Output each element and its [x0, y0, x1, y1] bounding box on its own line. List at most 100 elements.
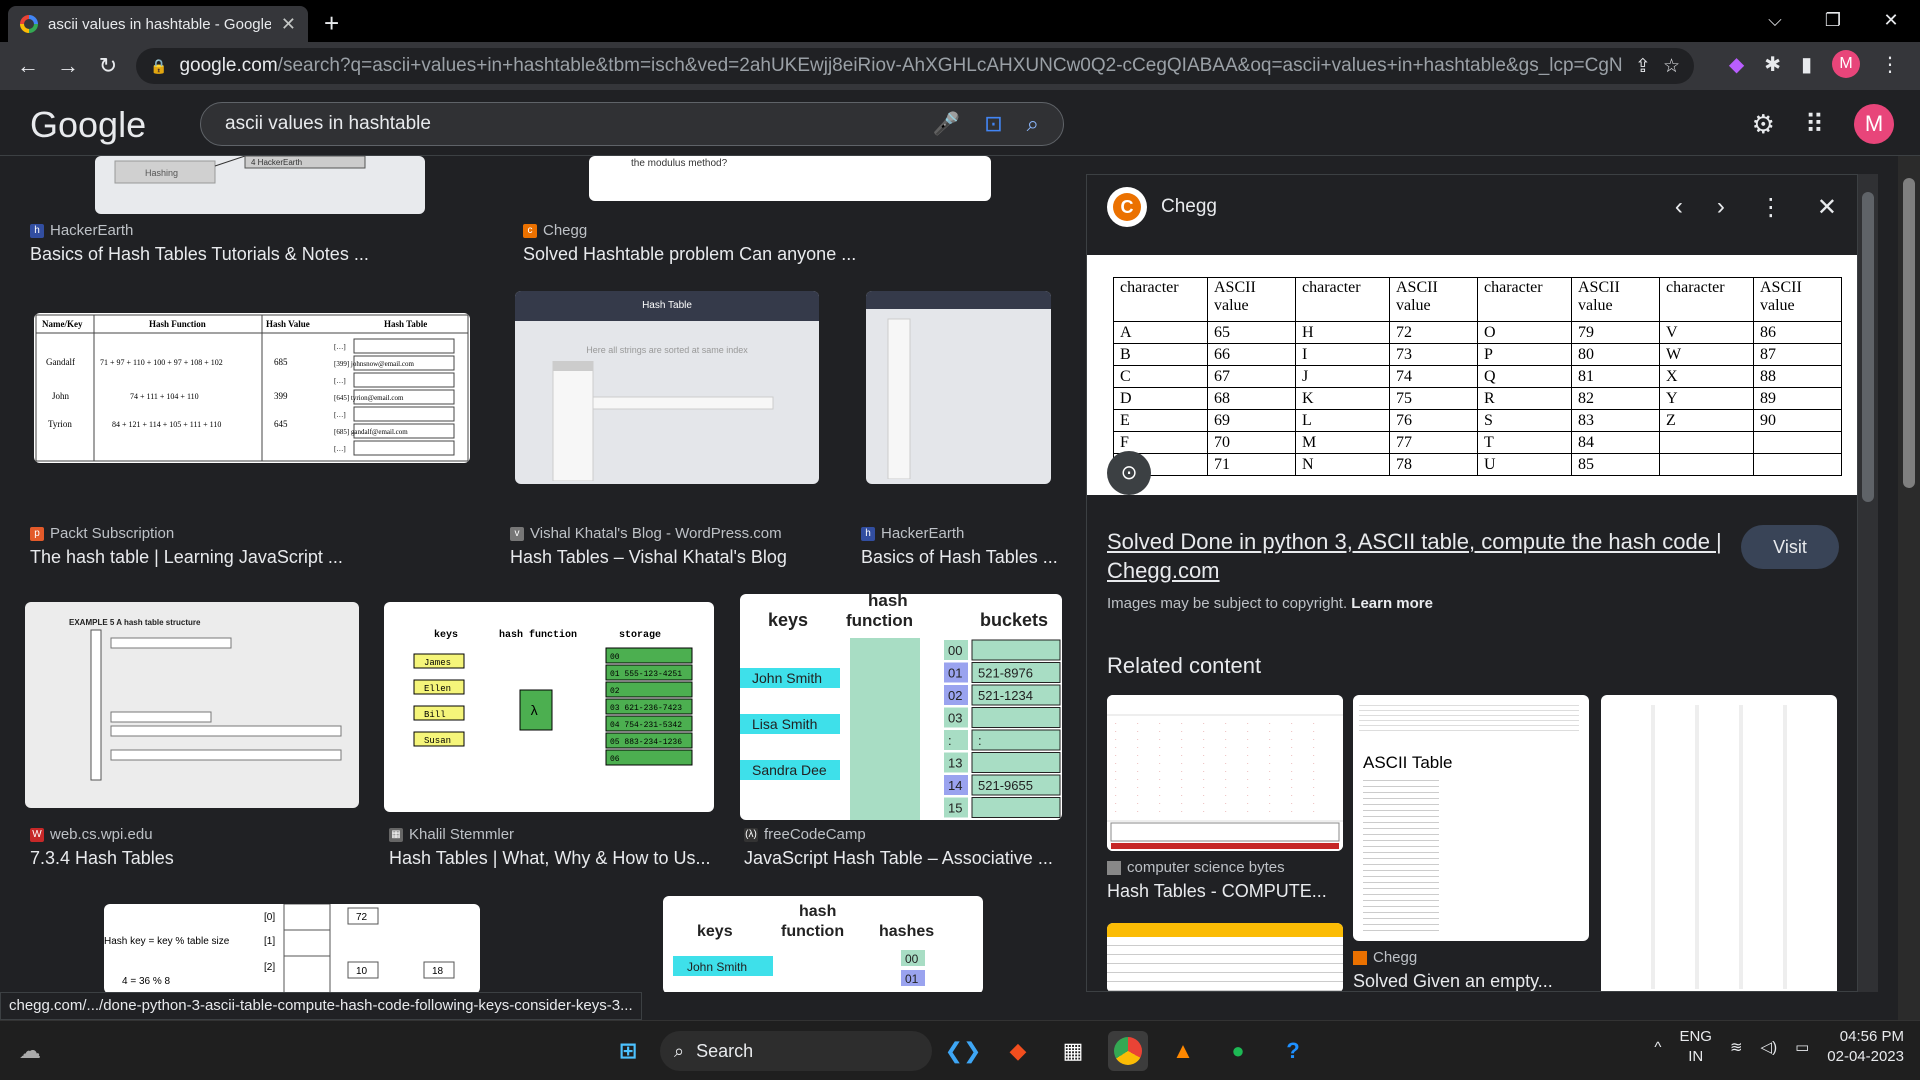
result-source[interactable]: ▦ Khalil Stemmler	[389, 826, 514, 843]
result-source[interactable]: v Vishal Khatal's Blog - WordPress.com	[510, 525, 782, 542]
spotify-icon[interactable]: ●	[1218, 1031, 1258, 1071]
result-source[interactable]: p Packt Subscription	[30, 525, 174, 542]
puzzle-extensions-icon[interactable]: ✱	[1764, 52, 1781, 77]
result-thumb-hackerearth[interactable]: Hashing 4 HackerEarth	[95, 156, 425, 214]
search-input[interactable]: ascii values in hashtable	[225, 113, 933, 135]
volume-icon[interactable]: ◁)	[1761, 1038, 1778, 1056]
result-source[interactable]: h HackerEarth	[30, 222, 133, 239]
packt-table-cell: [399] johnsnow@email.com	[334, 360, 414, 368]
profile-avatar[interactable]: M	[1832, 50, 1860, 78]
related-thumb-csbytes[interactable]: · · · · · · · · · · · · · · · · · · · · · · · · · · · · · · · · · · · · · · · ·…	[1107, 695, 1343, 851]
google-logo[interactable]: Google	[30, 104, 146, 146]
restore-button[interactable]: ❐	[1804, 0, 1862, 42]
side-panel-icon[interactable]: ▮	[1801, 52, 1812, 77]
related-thumb-clave[interactable]	[1107, 923, 1343, 991]
language-indicator[interactable]: ENG IN	[1679, 1027, 1712, 1067]
chevron-up-icon[interactable]: ^	[1654, 1039, 1661, 1056]
khalil-storage-row: 05 883-234-1236	[610, 738, 682, 747]
learn-more-link[interactable]: Learn more	[1351, 595, 1433, 612]
battery-icon[interactable]: ▭	[1795, 1038, 1809, 1056]
result-source[interactable]: c Chegg	[523, 222, 587, 239]
search-box[interactable]: ascii values in hashtable 🎤 ⊡ ⌕	[200, 102, 1064, 146]
preview-image[interactable]: character ASCII value character ASCII value…	[1087, 255, 1857, 495]
app-diamond-icon[interactable]: ◆	[998, 1031, 1038, 1071]
search-icon[interactable]: ⌕	[1027, 111, 1039, 137]
microphone-icon[interactable]: 🎤	[933, 111, 960, 137]
new-tab-button[interactable]: +	[324, 8, 339, 39]
taskbar-search[interactable]: ⌕ Search	[660, 1031, 932, 1071]
result-title[interactable]: Hash Tables | What, Why & How to Us...	[389, 848, 709, 869]
fcc-bucket-index: :	[948, 733, 952, 748]
result-thumb-hackerearth-2[interactable]	[866, 291, 1051, 484]
result-thumb-freecodecamp[interactable]: keys hash function buckets John Smith Lis…	[740, 594, 1062, 820]
result-thumb-packt[interactable]: Name/Key Hash Function Hash Value Hash T…	[34, 313, 470, 463]
result-thumb-modulo[interactable]: Hash key = key % table size 4 = 36 % 8 […	[104, 904, 480, 992]
result-title[interactable]: Basics of Hash Tables ...	[861, 547, 1061, 568]
weather-widget-icon[interactable]: ☁	[10, 1031, 50, 1071]
apps-grid-icon[interactable]: ⠿	[1805, 109, 1824, 140]
close-window-button[interactable]: ✕	[1862, 0, 1920, 42]
panel-source[interactable]: Chegg	[1161, 196, 1217, 218]
forward-button[interactable]: →	[48, 53, 88, 79]
khalil-storage: 00 01 555-123-4251 02 03 621-236-7423 04 754…	[605, 647, 693, 766]
lock-icon[interactable]: 🔒	[150, 58, 167, 75]
browser-tab[interactable]: ascii values in hashtable - Google ✕	[8, 6, 308, 42]
result-title[interactable]: JavaScript Hash Table – Associative ...	[744, 848, 1064, 869]
related-thumb-hex[interactable]	[1601, 695, 1837, 991]
result-title[interactable]: Basics of Hash Tables Tutorials & Notes …	[30, 244, 410, 265]
related-source[interactable]: Chegg	[1353, 949, 1417, 966]
result-thumb-khalil[interactable]: keys hash function storage James Ellen Bil…	[384, 602, 714, 812]
related-title[interactable]: Solved Given an empty...	[1353, 971, 1589, 991]
wifi-icon[interactable]: ≋	[1730, 1038, 1743, 1056]
related-title[interactable]: Hash Tables - COMPUTE...	[1107, 881, 1343, 902]
minimize-button[interactable]: ⌵	[1746, 0, 1804, 42]
reload-button[interactable]: ↻	[88, 53, 128, 79]
result-thumb-wpi[interactable]: EXAMPLE 5 A hash table structure	[25, 602, 359, 808]
page-scrollbar-thumb[interactable]	[1903, 178, 1915, 488]
settings-gear-icon[interactable]: ⚙	[1752, 109, 1775, 140]
modulo-example: 4 = 36 % 8	[122, 976, 171, 987]
panel-scrollbar[interactable]	[1858, 174, 1878, 992]
share-icon[interactable]: ⇪	[1635, 55, 1651, 78]
back-button[interactable]: ←	[8, 53, 48, 79]
related-thumb-ascii[interactable]: ASCII Table	[1353, 695, 1589, 941]
next-image-chevron-icon[interactable]: ›	[1717, 193, 1725, 222]
vscode-icon[interactable]: ❮❯	[943, 1031, 983, 1071]
result-title[interactable]: The hash table | Learning JavaScript ...	[30, 547, 470, 568]
start-button-icon[interactable]: ⊞	[608, 1031, 648, 1071]
result-title[interactable]: Hash Tables – Vishal Khatal's Blog	[510, 547, 840, 568]
microsoft-store-icon[interactable]: ▦	[1053, 1031, 1093, 1071]
packt-hash-table: […] [399] johnsnow@email.com […] [645] tyri…	[334, 338, 455, 456]
tab-close-icon[interactable]: ✕	[281, 14, 296, 35]
clock[interactable]: 04:56 PM 02-04-2023	[1827, 1027, 1904, 1067]
bookmark-star-icon[interactable]: ☆	[1663, 55, 1680, 78]
result-title[interactable]: 7.3.4 Hash Tables	[30, 848, 350, 869]
google-lens-icon[interactable]: ⊙	[1107, 451, 1151, 495]
result-title[interactable]: Solved Hashtable problem Can anyone ...	[523, 244, 903, 265]
result-source[interactable]: h HackerEarth	[861, 525, 964, 542]
account-avatar[interactable]: M	[1854, 104, 1894, 144]
google-header: Google ascii values in hashtable 🎤 ⊡ ⌕ ⚙…	[0, 90, 1920, 156]
menu-kebab-icon[interactable]: ⋮	[1880, 52, 1900, 77]
result-page-link[interactable]: Solved Done in python 3, ASCII table, co…	[1107, 527, 1727, 585]
chrome-icon[interactable]	[1108, 1031, 1148, 1071]
close-panel-icon[interactable]: ✕	[1817, 193, 1837, 222]
result-thumb-vishal[interactable]: Hash Table Here all strings are sorted a…	[515, 291, 819, 484]
camera-lens-icon[interactable]: ⊡	[984, 111, 1002, 137]
help-icon[interactable]: ?	[1273, 1031, 1313, 1071]
result-thumb-hashes[interactable]: keys hash function hashes John Smith 00 …	[663, 896, 983, 992]
page-scrollbar[interactable]	[1898, 156, 1920, 1020]
ascii-cell: 87	[1753, 343, 1842, 366]
extension-icon[interactable]: ◆	[1729, 52, 1744, 77]
previous-image-chevron-icon[interactable]: ‹	[1675, 193, 1683, 222]
related-source[interactable]: computer science bytes	[1107, 859, 1285, 876]
result-source[interactable]: Wweb.cs.wpi.edu	[30, 826, 153, 843]
address-bar[interactable]: 🔒 google.com/search?q=ascii+values+in+ha…	[136, 48, 1694, 84]
related-thumb-text	[1359, 701, 1579, 733]
vlc-icon[interactable]: ▲	[1163, 1031, 1203, 1071]
result-source[interactable]: (λ) freeCodeCamp	[744, 826, 866, 843]
panel-scrollbar-thumb[interactable]	[1862, 192, 1874, 502]
result-thumb-chegg[interactable]: the modulus method?	[589, 156, 991, 201]
more-options-icon[interactable]: ⋮	[1759, 193, 1783, 222]
visit-button[interactable]: Visit	[1741, 525, 1839, 569]
